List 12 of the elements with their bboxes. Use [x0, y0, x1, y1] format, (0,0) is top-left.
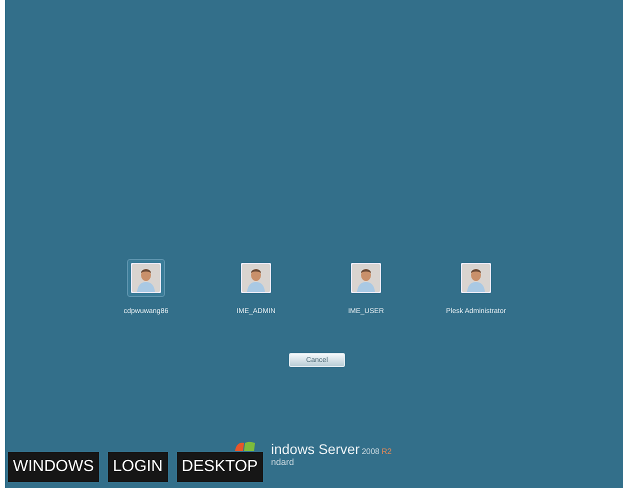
- caption-tag: WINDOWS: [8, 452, 99, 482]
- user-tile[interactable]: [127, 259, 165, 297]
- caption-tag: DESKTOP: [176, 452, 263, 482]
- logo-version-text: 2008: [362, 447, 380, 456]
- logo-release-text: R2: [382, 447, 392, 456]
- caption-tag: LOGIN: [108, 452, 168, 482]
- user-avatar-icon: [351, 263, 381, 293]
- user-avatar-icon: [241, 263, 271, 293]
- logo-edition-text: ndard: [271, 457, 296, 467]
- logo-brand-text: indows Server: [271, 441, 360, 457]
- user-avatar-icon: [461, 263, 491, 293]
- user-avatar-icon: [131, 263, 161, 293]
